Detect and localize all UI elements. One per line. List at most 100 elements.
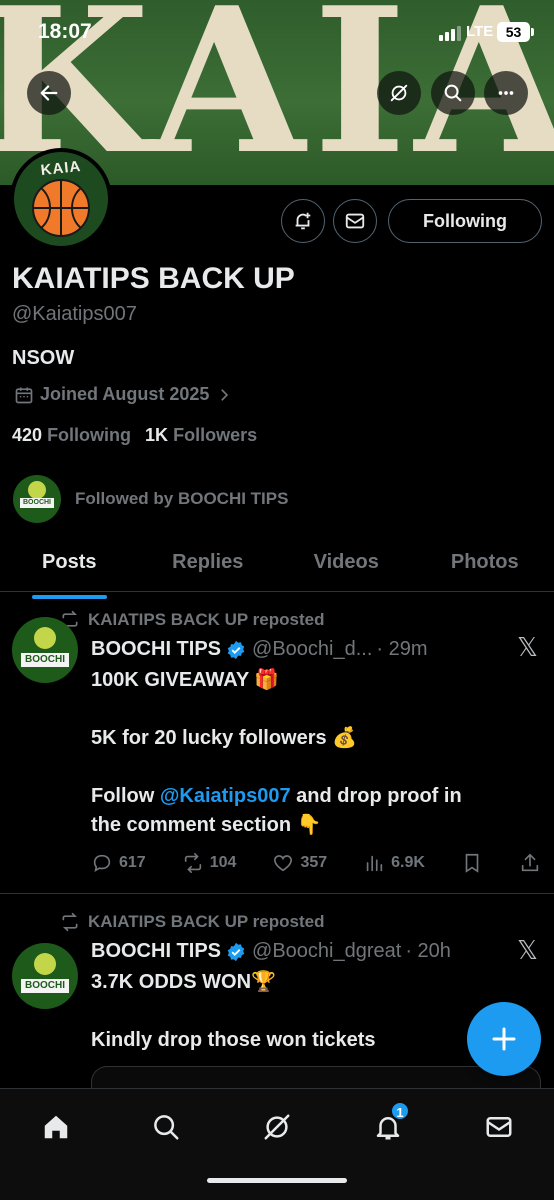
plus-icon (492, 1027, 516, 1051)
joined-date[interactable]: Joined August 2025 (14, 384, 233, 405)
followers-stat[interactable]: 1K Followers (145, 425, 257, 446)
nav-home[interactable] (36, 1107, 76, 1147)
followers-label: Followers (173, 425, 258, 445)
status-time: 18:07 (38, 20, 92, 43)
post-avatar[interactable]: BOOCHI (12, 617, 78, 683)
post-actions: 617 104 357 6.9K (91, 852, 541, 874)
post-line: 5K for 20 lucky followers 💰 (91, 727, 358, 749)
network-label: LTE (466, 23, 494, 40)
tab-photos-label: Photos (450, 551, 519, 573)
post-divider (0, 893, 554, 894)
author-name[interactable]: BOOCHI TIPS (91, 638, 221, 661)
basketball-icon (32, 179, 90, 237)
repost-label: KAIATIPS BACK UP reposted (88, 610, 325, 629)
following-stat[interactable]: 420 Following (12, 425, 131, 446)
verified-icon (227, 640, 245, 659)
mail-icon (486, 1117, 512, 1137)
boochi-avatar-small: BOOCHI (13, 475, 61, 523)
bell-plus-icon (295, 212, 311, 230)
profile-tabs: Posts Replies Videos Photos (0, 540, 554, 599)
post-line-pre: Follow (91, 785, 160, 807)
tab-replies-label: Replies (172, 551, 244, 573)
repost-count: 104 (209, 854, 237, 871)
notify-button[interactable] (281, 199, 325, 243)
bookmark-icon (465, 853, 479, 873)
following-button[interactable]: Following (388, 199, 542, 243)
views-icon (366, 855, 383, 872)
followers-count: 1K (145, 425, 169, 445)
repost-icon (62, 912, 78, 932)
profile-avatar[interactable]: KAIA (10, 148, 112, 250)
heart-icon (274, 855, 293, 872)
repost-icon (184, 853, 201, 873)
share-icon (521, 853, 539, 872)
nav-grok[interactable] (257, 1107, 297, 1147)
post-avatar[interactable]: BOOCHI (12, 943, 78, 1009)
followed-by-label: Followed by BOOCHI TIPS (75, 489, 289, 508)
search-icon (154, 1115, 179, 1140)
following-label: Following (47, 425, 132, 445)
repost-indicator: KAIATIPS BACK UP reposted (60, 912, 324, 932)
x-logo-icon: 𝕏 (517, 633, 538, 663)
nav-search[interactable] (146, 1107, 186, 1147)
search-icon (444, 84, 462, 102)
post-time: · 29m (376, 638, 428, 660)
message-button[interactable] (333, 199, 377, 243)
more-button[interactable] (484, 71, 528, 115)
search-button[interactable] (431, 71, 475, 115)
post-line: the comment section 👇 (91, 814, 322, 836)
post-header: BOOCHI TIPS @Boochi_dgreat · 20h (91, 940, 451, 963)
compose-button[interactable] (467, 1002, 541, 1076)
author-handle[interactable]: @Boochi_d... (252, 638, 372, 661)
nav-notifications[interactable]: 1 (368, 1101, 410, 1147)
author-name[interactable]: BOOCHI TIPS (91, 940, 221, 963)
reply-button[interactable]: 617 (91, 852, 146, 874)
active-tab-indicator (32, 595, 107, 599)
bookmark-button[interactable] (461, 852, 483, 874)
post-line: Follow @Kaiatips007 and drop proof in (91, 782, 541, 811)
arrow-left-icon (40, 85, 58, 101)
notification-badge: 1 (390, 1101, 410, 1121)
post-avatar-text: BOOCHI (21, 653, 69, 667)
reply-icon (93, 854, 111, 872)
joined-label: Joined August 2025 (40, 384, 210, 404)
view-count: 6.9K (391, 854, 425, 871)
repost-indicator: KAIATIPS BACK UP reposted (60, 610, 324, 630)
calendar-icon (15, 387, 33, 403)
signal-icon (439, 26, 461, 41)
home-indicator (207, 1178, 347, 1183)
tab-photos[interactable]: Photos (416, 540, 554, 591)
grok-icon (390, 84, 408, 102)
tab-replies[interactable]: Replies (139, 540, 278, 591)
bottom-nav: 1 (0, 1088, 554, 1200)
repost-label: KAIATIPS BACK UP reposted (88, 912, 325, 931)
tab-posts[interactable]: Posts (0, 540, 139, 599)
share-button[interactable] (519, 852, 541, 874)
grok-button[interactable] (377, 71, 421, 115)
mention-link[interactable]: @Kaiatips007 (160, 785, 291, 807)
post-line: 100K GIVEAWAY 🎁 (91, 669, 280, 691)
verified-icon (227, 942, 245, 961)
like-count: 357 (300, 854, 328, 871)
nav-messages[interactable] (479, 1107, 519, 1147)
status-bar: 18:07 LTE 53 (0, 0, 554, 60)
followed-by[interactable]: BOOCHI Followed by BOOCHI TIPS (13, 475, 288, 523)
tab-videos[interactable]: Videos (277, 540, 416, 591)
profile-bio: NSOW (12, 347, 75, 369)
chevron-right-icon (221, 388, 229, 401)
x-logo-icon: 𝕏 (517, 936, 538, 966)
repost-button[interactable]: 104 (182, 852, 237, 874)
author-handle[interactable]: @Boochi_dgreat (252, 940, 401, 963)
more-icon (498, 91, 514, 95)
post-avatar-text: BOOCHI (21, 979, 69, 993)
post-line-post: and drop proof in (290, 785, 462, 807)
tab-videos-label: Videos (313, 551, 379, 573)
like-button[interactable]: 357 (272, 852, 327, 874)
home-icon (44, 1115, 68, 1139)
battery-icon: 53 (497, 22, 534, 42)
back-button[interactable] (27, 71, 71, 115)
profile-handle: @Kaiatips007 (12, 303, 137, 325)
display-name: KAIATIPS BACK UP (12, 262, 295, 295)
following-count: 420 (12, 425, 43, 445)
views-button[interactable]: 6.9K (363, 852, 425, 874)
